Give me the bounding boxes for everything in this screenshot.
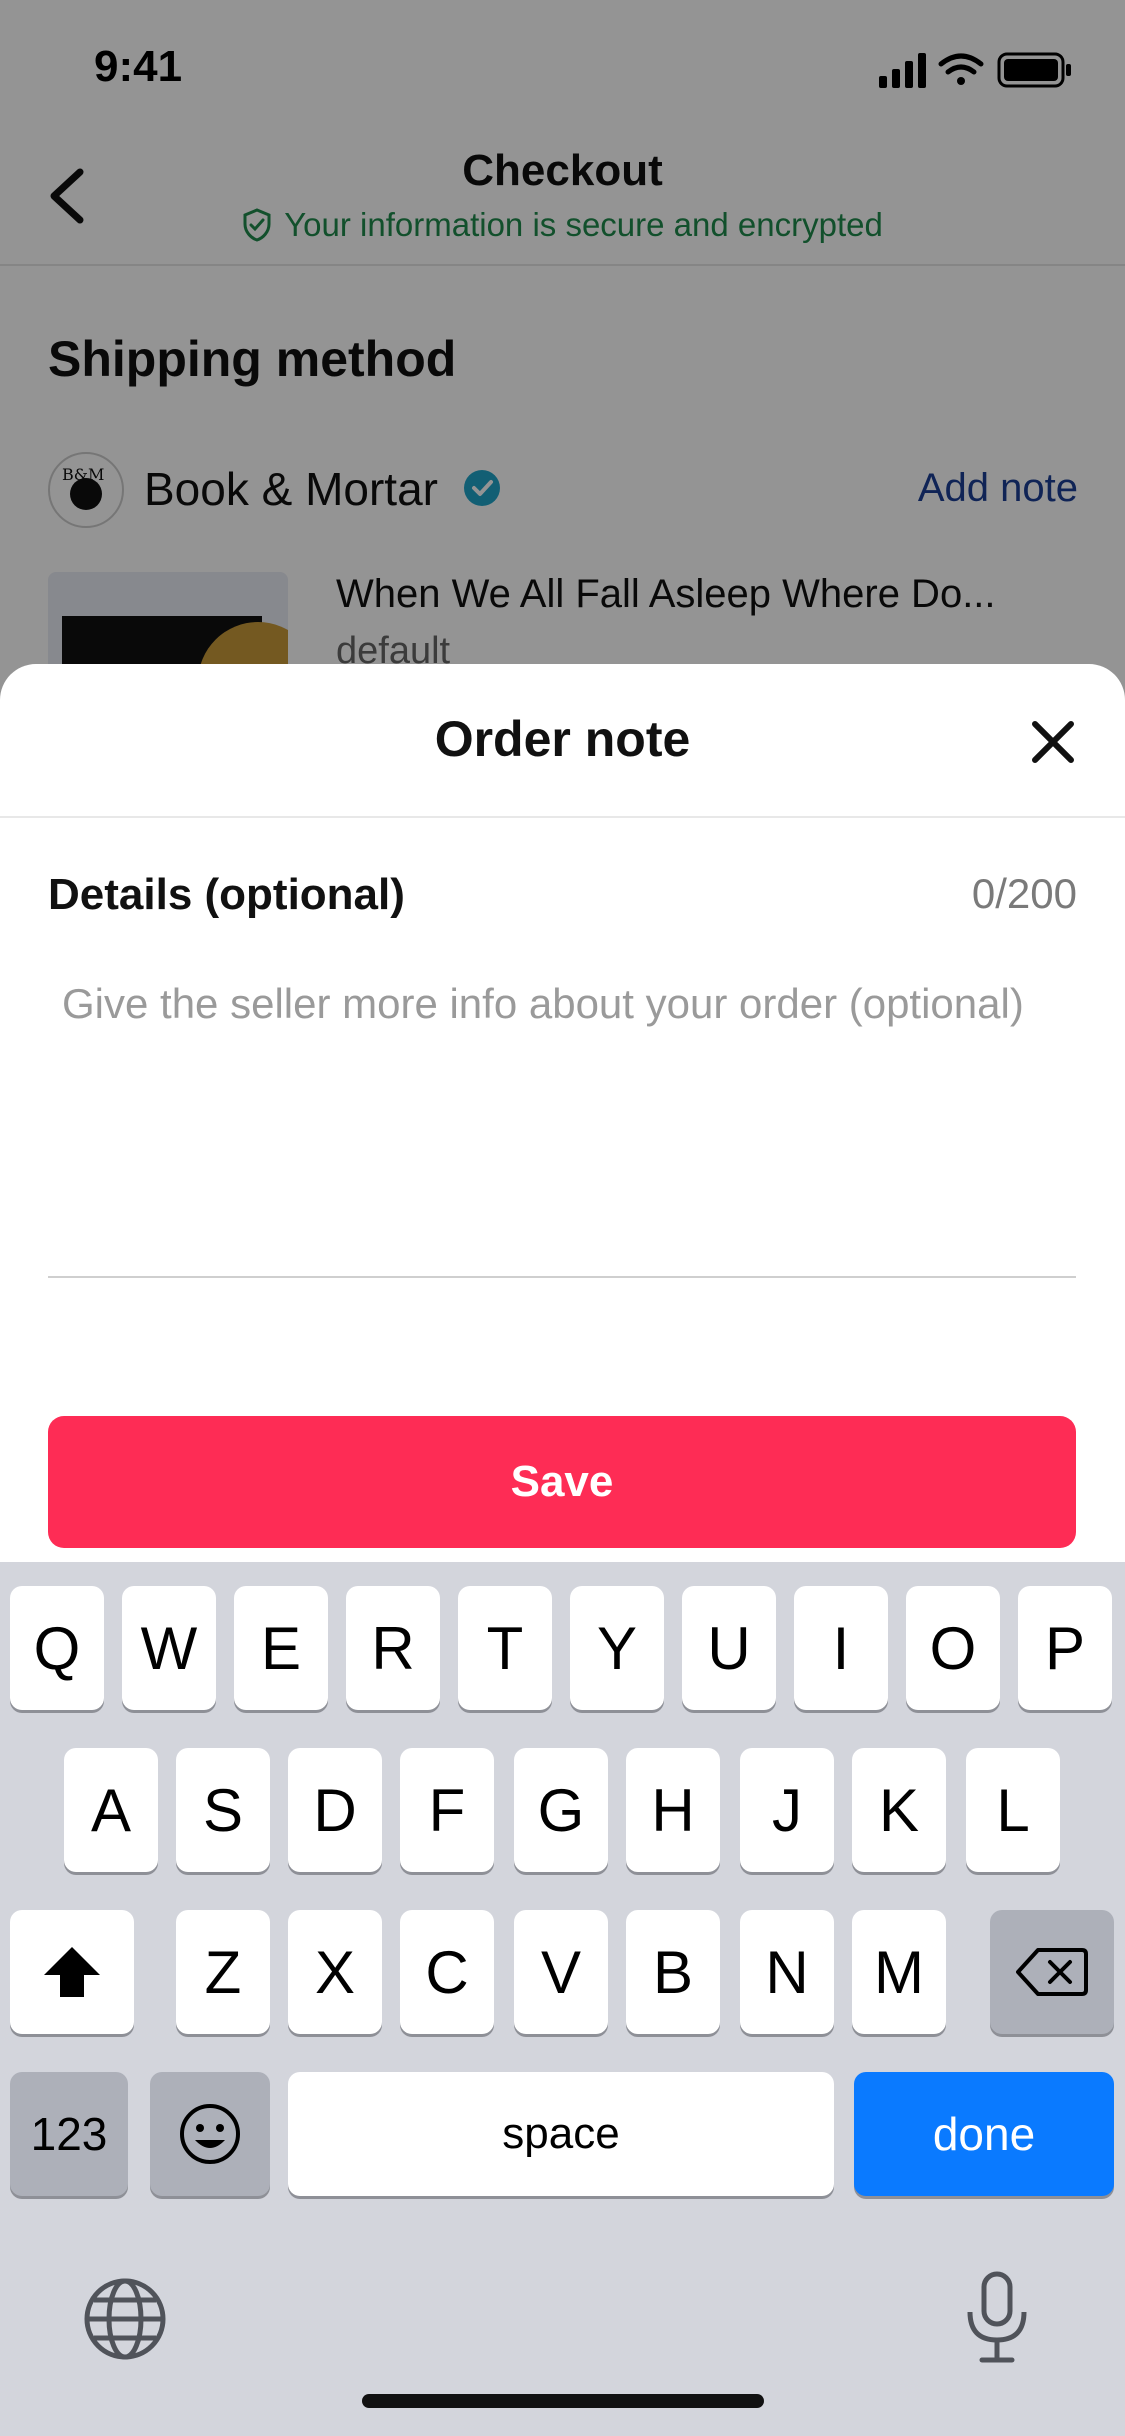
key-t[interactable]: T bbox=[458, 1586, 552, 1710]
home-indicator bbox=[362, 2394, 764, 2408]
key-i[interactable]: I bbox=[794, 1586, 888, 1710]
char-counter: 0/200 bbox=[971, 870, 1077, 917]
space-key[interactable]: space bbox=[288, 2072, 834, 2196]
key-p[interactable]: P bbox=[1018, 1586, 1112, 1710]
numbers-key[interactable]: 123 bbox=[10, 2072, 128, 2196]
key-l[interactable]: L bbox=[966, 1748, 1060, 1872]
key-f[interactable]: F bbox=[400, 1748, 494, 1872]
key-x[interactable]: X bbox=[288, 1910, 382, 2034]
sheet-title: Order note bbox=[434, 711, 691, 767]
key-h[interactable]: H bbox=[626, 1748, 720, 1872]
key-v[interactable]: V bbox=[514, 1910, 608, 2034]
sheet-header: Order note bbox=[0, 664, 1125, 818]
close-icon[interactable] bbox=[1025, 714, 1081, 770]
save-button[interactable]: Save bbox=[48, 1416, 1076, 1548]
key-r[interactable]: R bbox=[346, 1586, 440, 1710]
key-u[interactable]: U bbox=[682, 1586, 776, 1710]
key-g[interactable]: G bbox=[514, 1748, 608, 1872]
key-a[interactable]: A bbox=[64, 1748, 158, 1872]
backspace-icon bbox=[1016, 1948, 1088, 1996]
done-key[interactable]: done bbox=[854, 2072, 1114, 2196]
key-k[interactable]: K bbox=[852, 1748, 946, 1872]
key-y[interactable]: Y bbox=[570, 1586, 664, 1710]
keyboard: Q W E R T Y U I O P A S D F G H J K L Z … bbox=[0, 1562, 1125, 2436]
key-s[interactable]: S bbox=[176, 1748, 270, 1872]
key-d[interactable]: D bbox=[288, 1748, 382, 1872]
key-j[interactable]: J bbox=[740, 1748, 834, 1872]
key-q[interactable]: Q bbox=[10, 1586, 104, 1710]
key-z[interactable]: Z bbox=[176, 1910, 270, 2034]
emoji-icon bbox=[180, 2104, 240, 2164]
key-m[interactable]: M bbox=[852, 1910, 946, 2034]
key-n[interactable]: N bbox=[740, 1910, 834, 2034]
shift-key[interactable] bbox=[10, 1910, 134, 2034]
key-b[interactable]: B bbox=[626, 1910, 720, 2034]
emoji-key[interactable] bbox=[150, 2072, 270, 2196]
key-e[interactable]: E bbox=[234, 1586, 328, 1710]
key-o[interactable]: O bbox=[906, 1586, 1000, 1710]
order-note-input[interactable] bbox=[48, 978, 1076, 1278]
key-c[interactable]: C bbox=[400, 1910, 494, 2034]
globe-icon[interactable] bbox=[82, 2276, 168, 2362]
microphone-icon[interactable] bbox=[964, 2270, 1030, 2366]
key-w[interactable]: W bbox=[122, 1586, 216, 1710]
backspace-key[interactable] bbox=[990, 1910, 1114, 2034]
shift-icon bbox=[44, 1947, 100, 1997]
details-label: Details (optional) bbox=[48, 870, 405, 919]
